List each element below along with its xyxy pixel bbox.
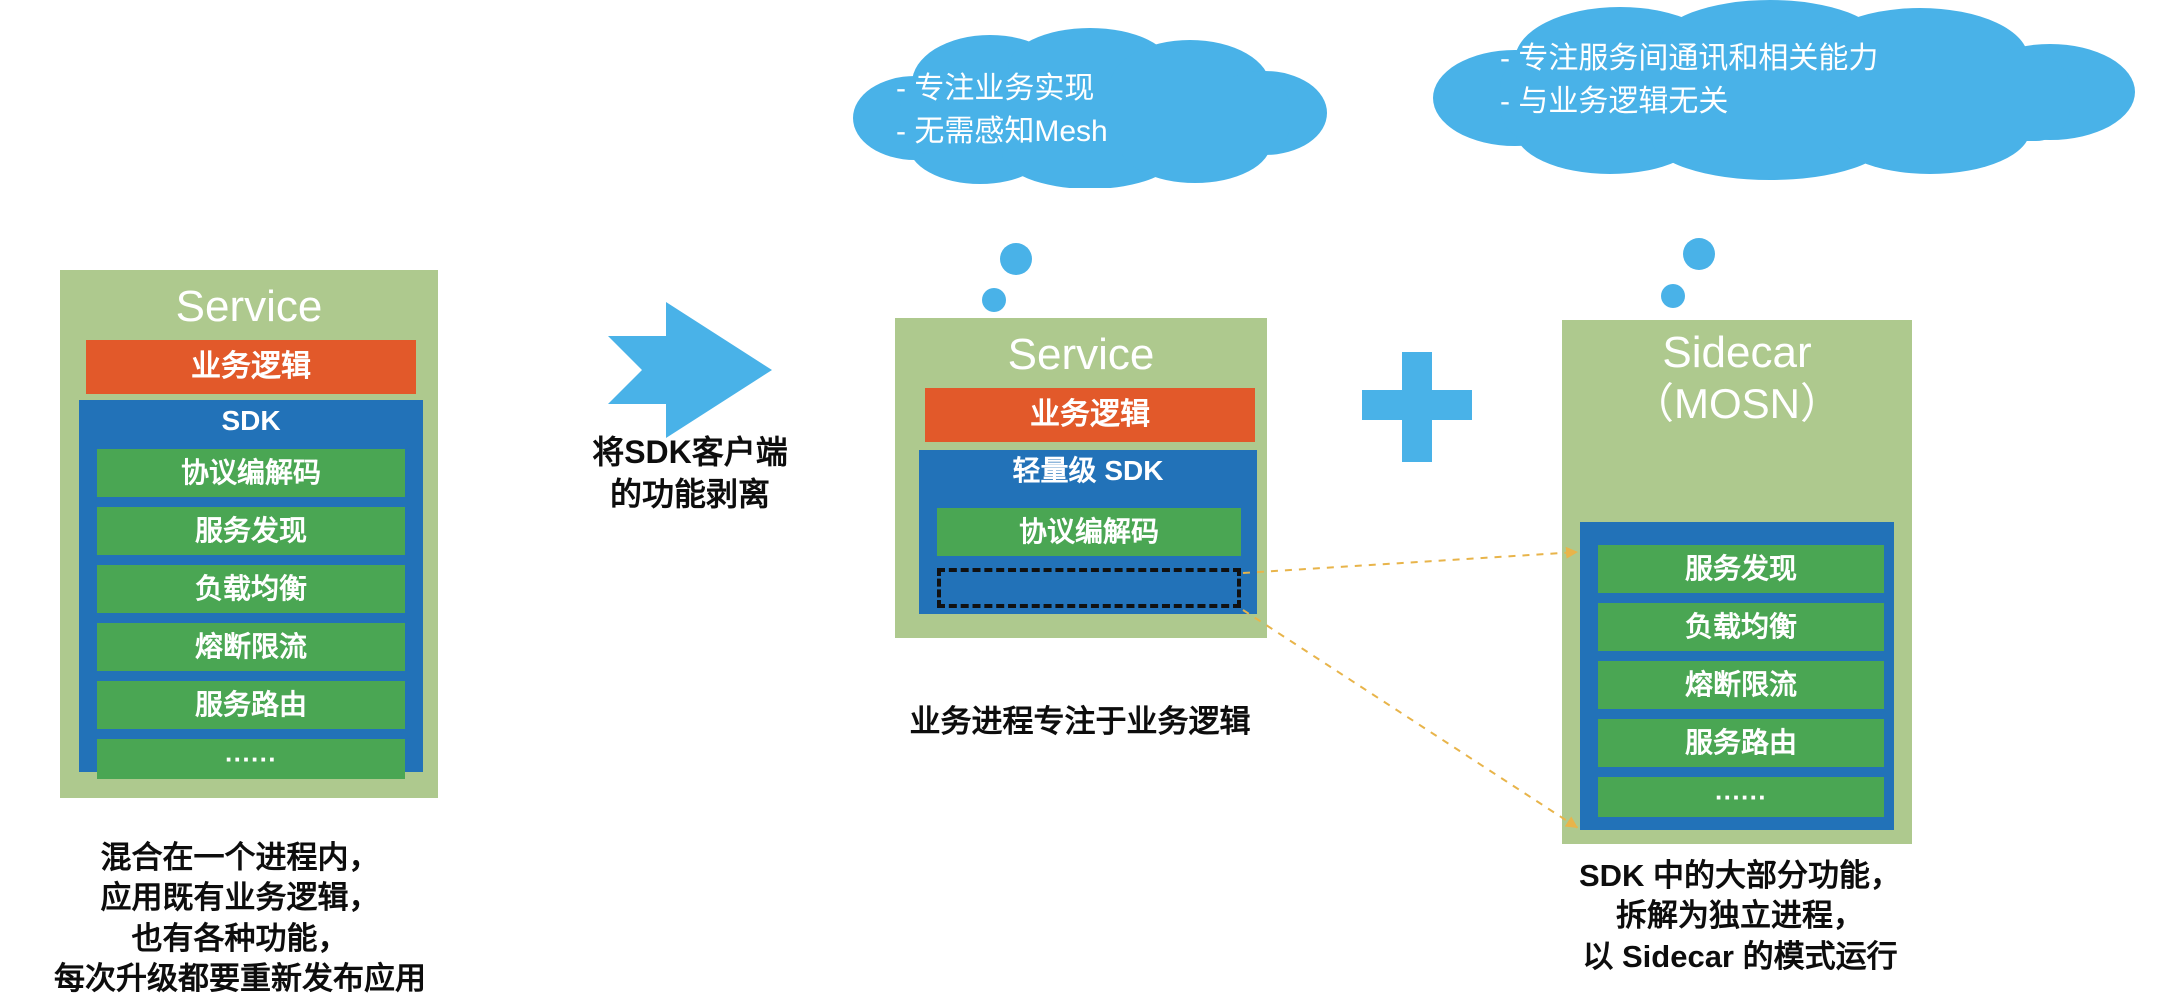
cloud-service-text: - 专注业务实现 - 无需感知Mesh xyxy=(896,72,1108,148)
cloud-sidecar-text: - 专注服务间通讯和相关能力 - 与业务逻辑无关 xyxy=(1500,42,1879,118)
left-business-logic-bar: 业务逻辑 xyxy=(86,340,416,394)
plus-icon xyxy=(1362,352,1472,462)
left-feature-2: 负载均衡 xyxy=(97,565,405,613)
thought-cloud-sidecar: - 专注服务间通讯和相关能力 - 与业务逻辑无关 xyxy=(1420,0,2170,180)
mid-sdk-title: 轻量级 SDK xyxy=(1012,455,1164,486)
left-feature-1: 服务发现 xyxy=(97,507,405,555)
mid-service-title: Service xyxy=(1007,330,1155,379)
sidecar-caption: SDK 中的大部分功能， 拆解为独立进程， 以 Sidecar 的模式运行 xyxy=(1578,858,1902,974)
mid-feature-0: 协议编解码 xyxy=(937,508,1241,556)
sidecar-title-line2: （MOSN） xyxy=(1631,380,1842,427)
sidecar-feature-4: ······ xyxy=(1598,777,1884,817)
sidecar-feature-0: 服务发现 xyxy=(1598,545,1884,593)
left-sdk-title: SDK xyxy=(221,405,281,436)
thought-dot-medium xyxy=(1661,284,1685,308)
mid-caption: 业务进程专注于业务逻辑 xyxy=(909,704,1251,739)
thought-dot-medium xyxy=(982,288,1006,312)
diagram-canvas: - 专注业务实现 - 无需感知Mesh - 专注服务间通讯和相关能力 - 与业务… xyxy=(0,0,2178,1004)
left-feature-4: 服务路由 xyxy=(97,681,405,729)
sidecar-feature-2: 熔断限流 xyxy=(1598,661,1884,709)
transition-label: 将SDK客户端 的功能剥离 xyxy=(592,434,788,512)
mid-stripped-placeholder xyxy=(937,568,1241,608)
sidecar-feature-3: 服务路由 xyxy=(1598,719,1884,767)
left-service-title: Service xyxy=(175,282,323,331)
arrow-right-icon xyxy=(608,302,772,438)
left-feature-5: ······ xyxy=(97,739,405,779)
thought-dot-large xyxy=(1000,243,1032,275)
thought-cloud-service: - 专注业务实现 - 无需感知Mesh xyxy=(840,28,1350,188)
mid-business-logic-bar: 业务逻辑 xyxy=(925,388,1255,442)
thought-dot-large xyxy=(1683,238,1715,270)
connector-top xyxy=(1242,546,1579,574)
left-caption: 混合在一个进程内， 应用既有业务逻辑， 也有各种功能， 每次升级都要重新发布应用 xyxy=(54,840,426,996)
sidecar-feature-1: 负载均衡 xyxy=(1598,603,1884,651)
left-feature-3: 熔断限流 xyxy=(97,623,405,671)
sidecar-title-line1: Sidecar xyxy=(1662,328,1812,377)
left-feature-0: 协议编解码 xyxy=(97,449,405,497)
